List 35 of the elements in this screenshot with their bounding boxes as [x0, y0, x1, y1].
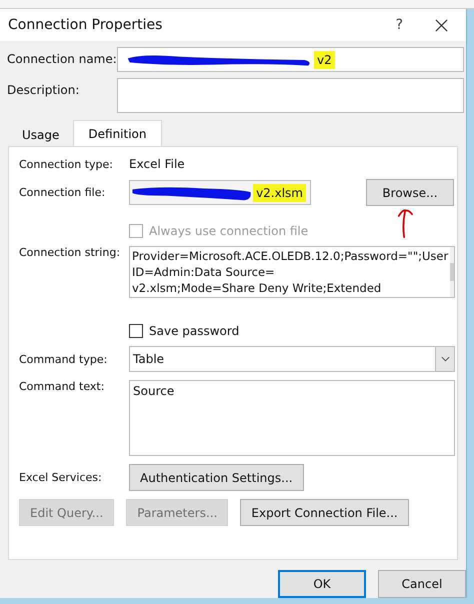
- tab[interactable]: Definition: [73, 120, 162, 146]
- action-button[interactable]: Export Connection File...: [240, 499, 409, 526]
- field-label: Command type:: [19, 352, 108, 366]
- description-field[interactable]: [117, 78, 464, 113]
- help-button[interactable]: ?: [396, 17, 403, 33]
- field-label: Connection type:: [19, 158, 114, 170]
- field-label: Description:: [7, 82, 80, 97]
- field-label: Command text:: [19, 380, 106, 393]
- field-value: Excel File: [129, 157, 185, 171]
- browse-button[interactable]: Browse...: [366, 179, 454, 206]
- field-label: Connection name:: [7, 51, 117, 66]
- checkbox-label: Always use connection file: [149, 224, 308, 238]
- file-field[interactable]: v2.xlsm: [129, 180, 311, 205]
- command-text-field[interactable]: Source: [129, 380, 455, 456]
- connection-string-field[interactable]: Provider=Microsoft.ACE.OLEDB.12.0;Password="";User ID=Admin:Data Source= v2.xlsm;Mode=Share Deny Write;Extended: [129, 246, 455, 298]
- name-field[interactable]: v2: [117, 47, 464, 72]
- dialog-button[interactable]: OK: [278, 570, 366, 598]
- checkbox[interactable]: [129, 324, 143, 338]
- close-icon[interactable]: [435, 18, 448, 32]
- field-label: Connection file:: [19, 186, 106, 199]
- text-line: Provider=Microsoft.ACE.OLEDB.12.0;Password="";User: [132, 248, 448, 264]
- text-line: v2.xlsm;Mode=Share Deny Write;Extended: [132, 280, 382, 296]
- field-label: Connection string:: [19, 246, 122, 259]
- field-value: v2.xlsm: [253, 184, 306, 202]
- dialog-button[interactable]: Cancel: [378, 570, 466, 598]
- window-title: Connection Properties: [8, 17, 164, 33]
- field-label: Excel Services:: [19, 471, 103, 484]
- chevron-down-icon: [440, 356, 450, 362]
- tab[interactable]: Usage: [8, 124, 74, 146]
- authentication-settings-button[interactable]: Authentication Settings...: [129, 464, 304, 491]
- field-value: v2: [314, 50, 335, 68]
- command-type-dropdown[interactable]: Table: [129, 346, 455, 372]
- text-line: ID=Admin:Data Source=: [132, 264, 276, 280]
- checkbox-label: Save password: [149, 324, 240, 338]
- hand-drawn-arrow: [395, 208, 415, 238]
